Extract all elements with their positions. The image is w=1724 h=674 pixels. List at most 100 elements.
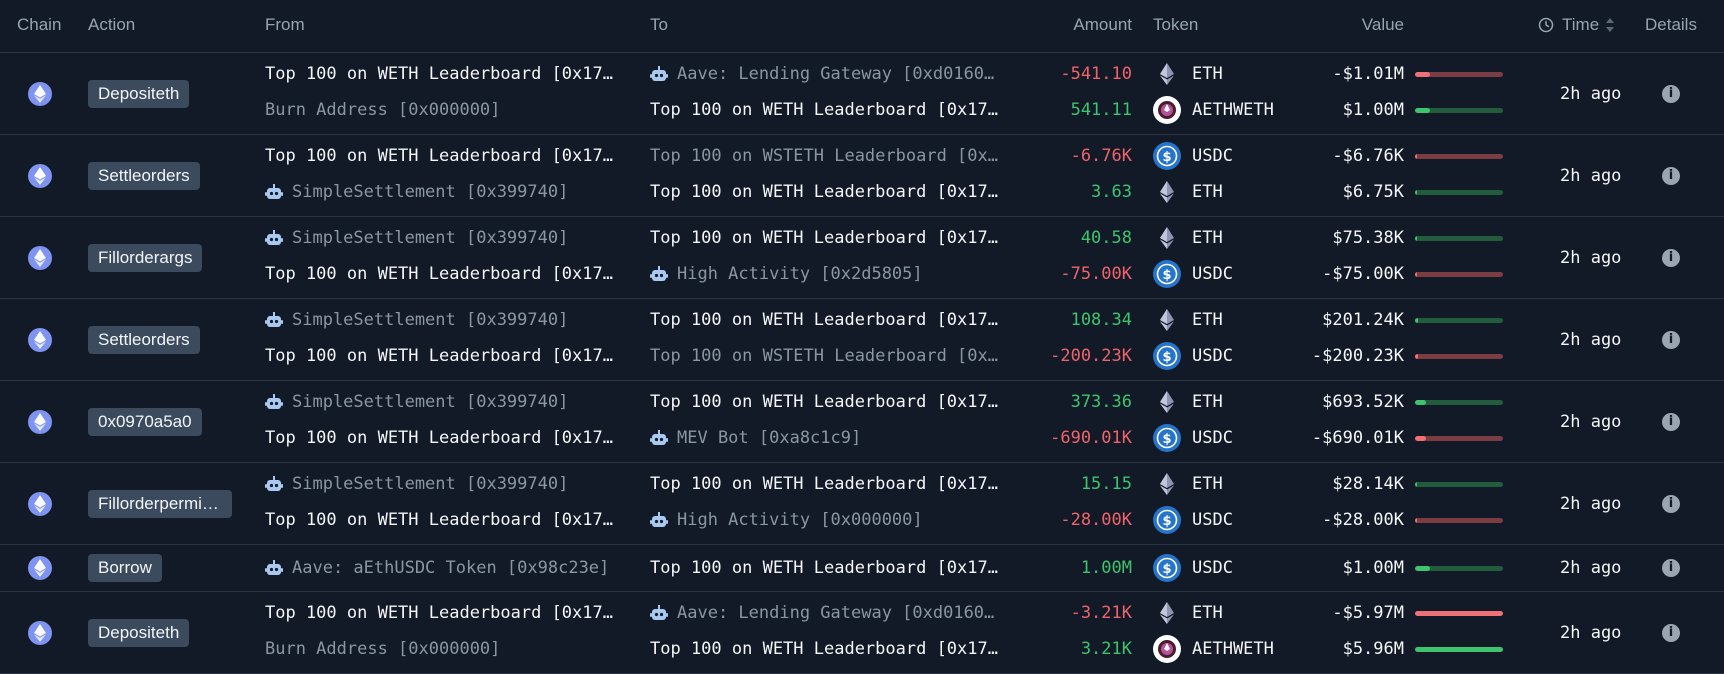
to-entity[interactable]: Top 100 on WETH Leaderboard [0x17… <box>650 550 1000 586</box>
info-icon: i <box>1662 559 1680 577</box>
details-button[interactable]: i <box>1662 166 1680 185</box>
token[interactable]: AETHWETH <box>1152 631 1274 667</box>
details-button[interactable]: i <box>1662 412 1680 431</box>
transfer-line: Top 100 on WETH Leaderboard [0x17… Top 1… <box>0 138 1724 174</box>
usdc-token-icon: $ <box>1152 423 1182 453</box>
token[interactable]: $ USDC <box>1152 502 1233 538</box>
from-entity[interactable]: Aave: aEthUSDC Token [0x98c23e] <box>265 550 615 586</box>
from-entity[interactable]: Top 100 on WETH Leaderboard [0x17… <box>265 338 615 374</box>
token[interactable]: AETHWETH <box>1152 92 1274 128</box>
details-button[interactable]: i <box>1662 623 1680 642</box>
details-button[interactable]: i <box>1662 330 1680 349</box>
value-share-fill <box>1415 154 1417 159</box>
to-entity[interactable]: Top 100 on WETH Leaderboard [0x17… <box>650 220 1000 256</box>
value-share-fill <box>1415 72 1430 77</box>
aethweth-token-icon <box>1152 634 1182 664</box>
transfer-line: Top 100 on WETH Leaderboard [0x17… High … <box>0 502 1724 538</box>
table-row[interactable]: Depositeth Top 100 on WETH Leaderboard [… <box>0 592 1724 674</box>
from-entity[interactable]: Top 100 on WETH Leaderboard [0x17… <box>265 502 615 538</box>
details-button[interactable]: i <box>1662 84 1680 103</box>
token[interactable]: ETH <box>1152 174 1223 210</box>
amount: -690.01K <box>1050 428 1132 448</box>
token[interactable]: $ USDC <box>1152 550 1233 586</box>
details-button[interactable]: i <box>1662 559 1680 577</box>
value-share-fill <box>1415 436 1426 441</box>
token[interactable]: ETH <box>1152 56 1223 92</box>
from-entity[interactable]: Top 100 on WETH Leaderboard [0x17… <box>265 256 615 292</box>
value-share-bar <box>1415 72 1503 77</box>
transfers-table: Chain Action From To Amount Token Value … <box>0 0 1724 674</box>
to-entity[interactable]: MEV Bot [0xa8c1c9] <box>650 420 1000 456</box>
col-amount: Amount <box>1073 15 1132 34</box>
time-ago: 2h ago <box>1560 247 1622 268</box>
usd-value: -$690.01K <box>1311 428 1404 448</box>
eth-token-icon <box>1152 387 1182 417</box>
token[interactable]: $ USDC <box>1152 420 1233 456</box>
table-row[interactable]: Borrow Aave: aEthUSDC Token [0x98c23e] T… <box>0 545 1724 592</box>
usdc-token-icon: $ <box>1152 505 1182 535</box>
value-share-bar <box>1415 518 1503 523</box>
from-entity[interactable]: SimpleSettlement [0x399740] <box>265 174 615 210</box>
to-entity[interactable]: Top 100 on WETH Leaderboard [0x17… <box>650 384 1000 420</box>
token[interactable]: $ USDC <box>1152 338 1233 374</box>
value-share-fill <box>1415 518 1417 523</box>
to-entity[interactable]: Aave: Lending Gateway [0xd01607] <box>650 595 1000 631</box>
bot-icon <box>650 66 668 81</box>
value-share-fill <box>1415 272 1417 277</box>
table-row[interactable]: Fillorderargs SimpleSettlement [0x399740… <box>0 217 1724 299</box>
to-entity[interactable]: High Activity [0x000000] <box>650 502 1000 538</box>
to-entity[interactable]: Top 100 on WSTETH Leaderboard [0x… <box>650 138 1000 174</box>
table-row[interactable]: 0x0970a5a0 SimpleSettlement [0x399740] T… <box>0 381 1724 463</box>
value-share-bar <box>1415 611 1503 616</box>
from-entity[interactable]: Top 100 on WETH Leaderboard [0x17… <box>265 420 615 456</box>
to-entity[interactable]: High Activity [0x2d5805] <box>650 256 1000 292</box>
transfer-line: Burn Address [0x000000] Top 100 on WETH … <box>0 631 1724 667</box>
svg-text:$: $ <box>1162 432 1171 447</box>
col-time-sort[interactable]: Time <box>1538 15 1615 35</box>
to-entity[interactable]: Aave: Lending Gateway [0xd01607] <box>650 56 1000 92</box>
token[interactable]: ETH <box>1152 302 1223 338</box>
value-share-fill <box>1415 400 1426 405</box>
bot-icon <box>265 394 283 409</box>
value-share-bar <box>1415 108 1503 113</box>
info-icon: i <box>1662 412 1680 431</box>
token[interactable]: ETH <box>1152 466 1223 502</box>
eth-token-icon <box>1152 59 1182 89</box>
to-entity[interactable]: Top 100 on WETH Leaderboard [0x17… <box>650 466 1000 502</box>
token[interactable]: $ USDC <box>1152 256 1233 292</box>
table-row[interactable]: Depositeth Top 100 on WETH Leaderboard [… <box>0 53 1724 135</box>
svg-text:$: $ <box>1162 562 1171 577</box>
table-row[interactable]: Fillorderpermit… SimpleSettlement [0x399… <box>0 463 1724 545</box>
usdc-token-icon: $ <box>1152 259 1182 289</box>
from-entity[interactable]: Burn Address [0x000000] <box>265 92 615 128</box>
to-entity[interactable]: Top 100 on WETH Leaderboard [0x17… <box>650 302 1000 338</box>
token[interactable]: ETH <box>1152 220 1223 256</box>
from-entity[interactable]: Top 100 on WETH Leaderboard [0x17… <box>265 595 615 631</box>
amount: 108.34 <box>1070 310 1132 330</box>
from-entity[interactable]: SimpleSettlement [0x399740] <box>265 220 615 256</box>
token[interactable]: ETH <box>1152 595 1223 631</box>
from-entity[interactable]: Burn Address [0x000000] <box>265 631 615 667</box>
to-entity[interactable]: Top 100 on WETH Leaderboard [0x17… <box>650 631 1000 667</box>
from-entity[interactable]: SimpleSettlement [0x399740] <box>265 466 615 502</box>
to-entity[interactable]: Top 100 on WETH Leaderboard [0x17… <box>650 92 1000 128</box>
from-entity[interactable]: SimpleSettlement [0x399740] <box>265 302 615 338</box>
token[interactable]: $ USDC <box>1152 138 1233 174</box>
transfer-line: SimpleSettlement [0x399740] Top 100 on W… <box>0 466 1724 502</box>
details-button[interactable]: i <box>1662 248 1680 267</box>
details-button[interactable]: i <box>1662 494 1680 513</box>
to-entity[interactable]: Top 100 on WSTETH Leaderboard [0x… <box>650 338 1000 374</box>
value-share-bar <box>1415 236 1503 241</box>
table-row[interactable]: Settleorders SimpleSettlement [0x399740]… <box>0 299 1724 381</box>
usd-value: -$1.01M <box>1332 64 1404 84</box>
from-entity[interactable]: SimpleSettlement [0x399740] <box>265 384 615 420</box>
transfer-line: Top 100 on WETH Leaderboard [0x17… MEV B… <box>0 420 1724 456</box>
from-entity[interactable]: Top 100 on WETH Leaderboard [0x17… <box>265 56 615 92</box>
amount: 373.36 <box>1070 392 1132 412</box>
table-row[interactable]: Settleorders Top 100 on WETH Leaderboard… <box>0 135 1724 217</box>
from-entity[interactable]: Top 100 on WETH Leaderboard [0x17… <box>265 138 615 174</box>
value-share-fill <box>1415 190 1417 195</box>
value-share-bar <box>1415 647 1503 652</box>
to-entity[interactable]: Top 100 on WETH Leaderboard [0x17… <box>650 174 1000 210</box>
token[interactable]: ETH <box>1152 384 1223 420</box>
